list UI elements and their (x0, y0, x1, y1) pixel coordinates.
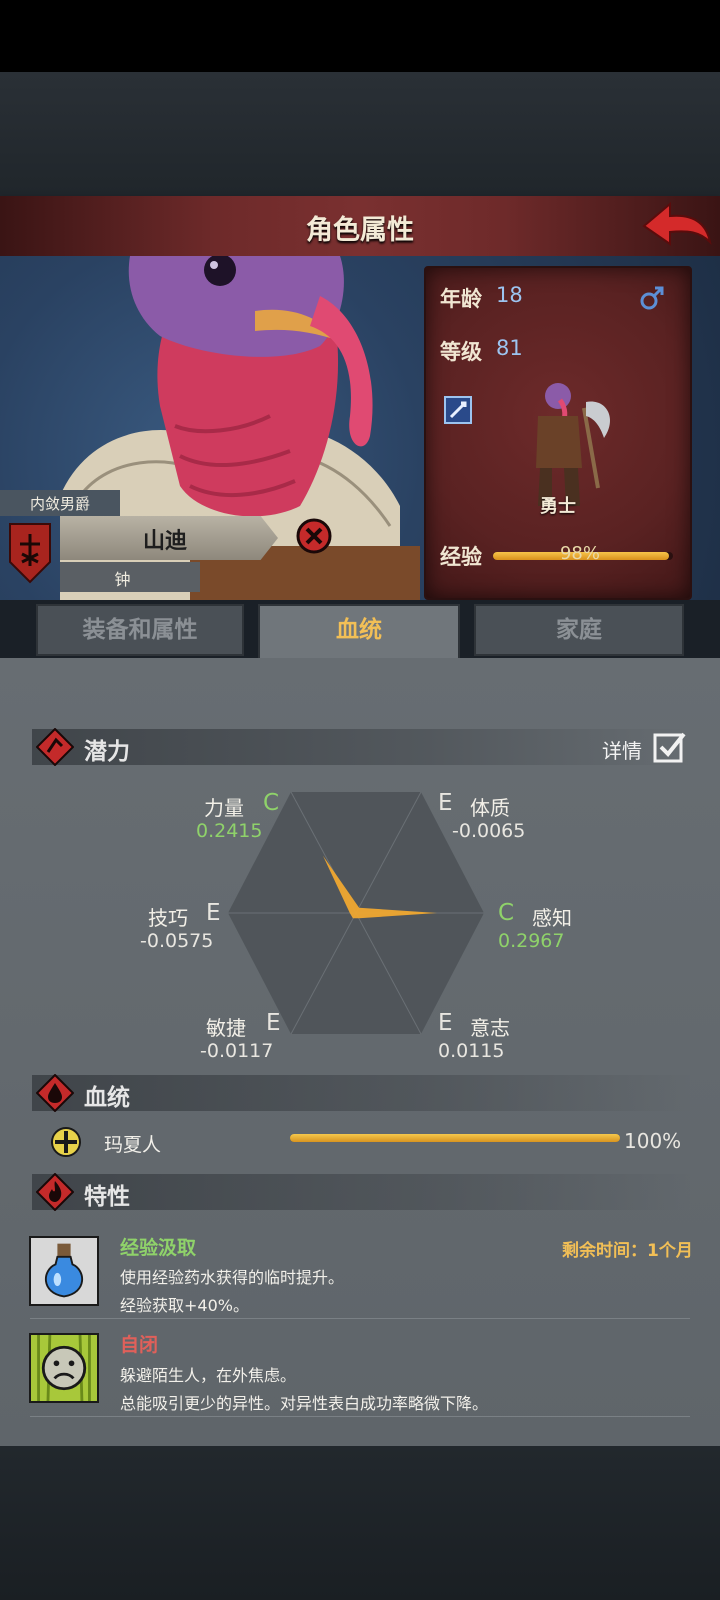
stat-strength-name: 力量 (204, 796, 244, 820)
potential-section-bar (32, 729, 692, 765)
potential-radar (228, 791, 484, 1035)
trait-2-name: 自闭 (120, 1334, 159, 1356)
character-sub-name: 钟 (114, 570, 131, 589)
bloodline-entry-name: 玛夏人 (104, 1134, 162, 1156)
noble-title: 内敛男爵 (29, 495, 90, 513)
crest-icon (9, 523, 51, 584)
trait-1-description: 使用经验药水获得的临时提升。 (120, 1268, 345, 1287)
stat-constitution-grade: E (438, 790, 453, 816)
stat-constitution-value: -0.0065 (452, 820, 526, 842)
flame-icon (36, 1173, 74, 1211)
back-button[interactable] (640, 198, 714, 252)
potion-icon[interactable] (29, 1236, 99, 1306)
sword-icon[interactable] (444, 396, 472, 424)
page-title: 角色属性 (306, 215, 414, 246)
trait-divider (30, 1318, 690, 1319)
potential-label: 潜力 (84, 739, 130, 765)
stat-agility-grade: E (266, 1010, 281, 1036)
stat-perception-grade: C (498, 900, 515, 926)
details-label: 详情 (602, 739, 642, 763)
stat-will-name: 意志 (470, 1016, 510, 1040)
male-icon (640, 286, 664, 310)
stat-skill-grade: E (206, 900, 221, 926)
blood-drop-icon (36, 1074, 74, 1112)
level-value: 81 (496, 336, 523, 360)
checkbox-icon[interactable] (652, 730, 686, 764)
tab-equipment-attributes[interactable]: 装备和属性 (36, 604, 244, 656)
stat-strength-value: 0.2415 (196, 820, 263, 842)
age-value: 18 (496, 283, 523, 307)
stat-perception-name: 感知 (532, 906, 572, 930)
bloodline-label: 血统 (84, 1085, 130, 1111)
potential-icon (36, 728, 74, 766)
stat-perception-value: 0.2967 (498, 930, 565, 952)
class-name: 勇士 (540, 496, 576, 517)
stat-skill-value: -0.0575 (140, 930, 214, 952)
bloodline-bar-fill (290, 1134, 620, 1142)
trait-2-description: 躲避陌生人，在外焦虑。 (120, 1366, 297, 1385)
age-label: 年龄 (440, 287, 482, 311)
stat-agility-name: 敏捷 (206, 1016, 246, 1040)
trait-divider (30, 1416, 690, 1417)
traits-label: 特性 (84, 1184, 130, 1210)
tab-family[interactable]: 家庭 (474, 604, 684, 656)
stat-will-value: 0.0115 (438, 1040, 505, 1062)
character-name[interactable]: 山迪 (95, 523, 235, 555)
header-background (0, 72, 720, 196)
stat-constitution-name: 体质 (470, 796, 510, 820)
trait-1-effect: 经验获取+40%。 (120, 1296, 249, 1315)
back-arrow-icon (642, 201, 712, 246)
bloodline-section-bar (32, 1075, 692, 1111)
status-bar (0, 0, 720, 72)
traits-section-bar (32, 1174, 692, 1210)
trait-1-name: 经验汲取 (120, 1237, 197, 1259)
trait-2-effect: 总能吸引更少的异性。对异性表白成功率略微下降。 (120, 1394, 489, 1413)
xp-percent: 98% (559, 543, 600, 564)
stat-will-grade: E (438, 1010, 453, 1036)
xp-label: 经验 (440, 545, 482, 569)
trait-1-remaining: 剩余时间：1个月 (562, 1241, 693, 1261)
bottom-background (0, 1446, 720, 1600)
bloodline-percent: 100% (624, 1129, 682, 1153)
stat-agility-value: -0.0117 (200, 1040, 274, 1062)
tab-bloodline[interactable]: 血统 (258, 604, 460, 662)
sad-face-icon[interactable] (29, 1333, 99, 1403)
bloodline-panel (0, 658, 720, 1446)
remove-icon[interactable] (296, 518, 332, 554)
stat-skill-name: 技巧 (148, 906, 188, 930)
level-label: 等级 (440, 340, 482, 364)
bloodline-emblem-icon (51, 1127, 81, 1157)
stat-strength-grade: C (263, 790, 280, 816)
